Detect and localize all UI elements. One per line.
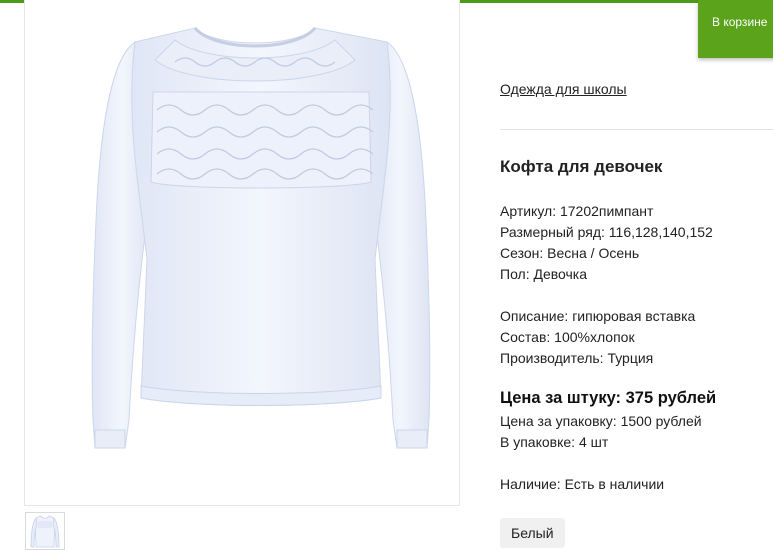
unit-price: Цена за штуку: 375 рублей	[500, 389, 717, 407]
manufacturer-text: Производитель: Турция	[500, 350, 654, 366]
pack-quantity-text: В упаковке: 4 шт	[500, 434, 609, 450]
article-text: Артикул: 17202пимпант	[500, 203, 654, 219]
product-image-frame[interactable]	[24, 0, 460, 506]
product-thumbnail[interactable]	[25, 512, 65, 550]
composition-text: Состав: 100%хлопок	[500, 329, 635, 345]
divider	[500, 129, 773, 130]
cart-button[interactable]: В корзине	[698, 0, 773, 58]
product-image	[91, 26, 431, 449]
lace-insert	[150, 39, 374, 189]
season-text: Сезон: Весна / Осень	[500, 245, 640, 261]
color-option-white[interactable]: Белый	[500, 518, 565, 548]
size-range-text: Размерный ряд: 116,128,140,152	[500, 224, 713, 240]
pack-price-text: Цена за упаковку: 1500 рублей	[500, 413, 702, 429]
category-link[interactable]: Одежда для школы	[500, 81, 627, 97]
availability-text: Наличие: Есть в наличии	[500, 476, 665, 492]
description-text: Описание: гипюровая вставка	[500, 308, 696, 324]
cart-label: В корзине	[712, 15, 768, 29]
thumbnail-image	[30, 515, 60, 548]
gender-text: Пол: Девочка	[500, 266, 588, 282]
product-title: Кофта для девочек	[500, 157, 663, 176]
product-page: В корзине Одежда для школы Кофта для дев…	[0, 0, 773, 550]
